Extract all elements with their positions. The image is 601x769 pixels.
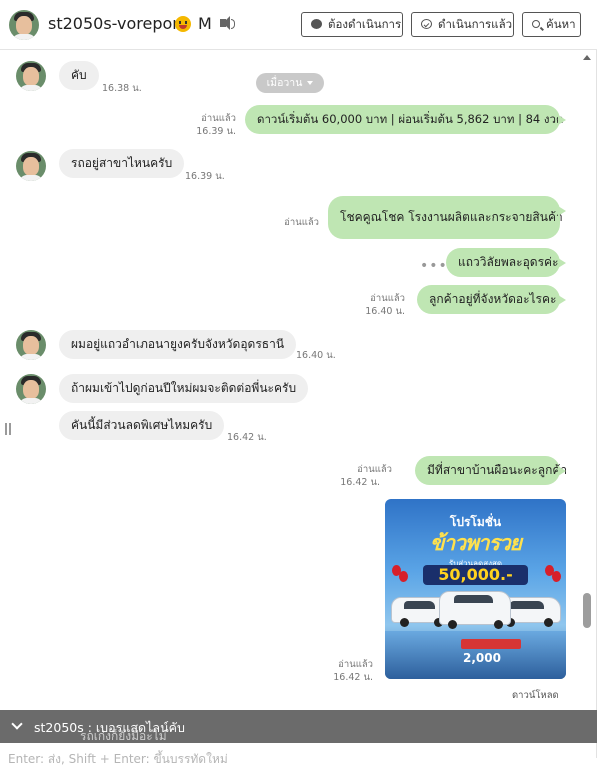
message-time: 16.40 น. bbox=[296, 350, 336, 361]
download-link[interactable]: ดาวน์โหลด bbox=[512, 688, 559, 703]
message-time: 16.42 น. bbox=[333, 672, 373, 683]
message-text: รถอยู่สาขาไหนครับ bbox=[71, 156, 173, 170]
read-receipt: อ่านแล้ว bbox=[284, 217, 319, 228]
message-bubble[interactable]: คับ bbox=[59, 61, 99, 90]
message-bubble[interactable]: ถ้าผมเข้าไปดูก่อนปีใหม่ผมจะติดต่อพี่นะคร… bbox=[59, 374, 309, 403]
message-text: ผมอยู่แถวอำเภอนายูงครับจังหวัดอุดรธานี bbox=[71, 337, 285, 351]
new-message-preview: st2050s : เบอรแสดไลน์คับ bbox=[34, 720, 185, 735]
promo-image[interactable]: โปรโมชั่น ข้าวพารวย รับส่วนลดสูงสุด 50,0… bbox=[385, 499, 566, 679]
pending-button-label: ต้องดำเนินการ bbox=[328, 17, 402, 31]
message-bubble[interactable]: คันนี้มีส่วนลดพิเศษไหมครับ bbox=[59, 411, 225, 440]
balloon-icon bbox=[399, 571, 408, 582]
scroll-up-icon[interactable] bbox=[583, 55, 591, 60]
search-icon bbox=[532, 20, 540, 28]
message-text: โชคคูณโชค โรงงานผลิตและกระจายสินค้า bbox=[340, 210, 563, 224]
message-time: 16.40 น. bbox=[365, 306, 405, 317]
message-text: แถววิลัยพละอุดรค่ะ bbox=[458, 255, 559, 269]
promo-title-main: ข้าวพารวย bbox=[430, 531, 522, 555]
message-input-hint[interactable]: Enter: ส่ง, Shift + Enter: ขึ้นบรรทัดใหม… bbox=[8, 750, 228, 769]
smiley-emoji-icon bbox=[175, 16, 191, 32]
sender-avatar[interactable] bbox=[16, 151, 46, 181]
message-bubble[interactable]: มีที่สาขาบ้านผือนะคะลูกค้า bbox=[415, 456, 567, 485]
message-text: คันนี้มีส่วนลดพิเศษไหมครับ bbox=[71, 418, 213, 432]
message-bubble[interactable]: ผมอยู่แถวอำเภอนายูงครับจังหวัดอุดรธานี bbox=[59, 330, 297, 359]
date-divider-label: เมื่อวาน bbox=[266, 77, 303, 89]
promo-price-small: 2,000 bbox=[463, 651, 501, 665]
date-divider[interactable]: เมื่อวาน bbox=[256, 73, 324, 93]
chat-check-icon bbox=[421, 19, 432, 29]
promo-badge bbox=[461, 639, 521, 649]
gender-mark: M bbox=[198, 14, 212, 33]
message-bubble[interactable]: รถอยู่สาขาไหนครับ bbox=[59, 149, 185, 178]
message-text: มีที่สาขาบ้านผือนะคะลูกค้า bbox=[427, 463, 568, 477]
message-text: ถ้าผมเข้าไปดูก่อนปีใหม่ผมจะติดต่อพี่นะคร… bbox=[71, 381, 297, 395]
search-button[interactable]: ค้นหา bbox=[522, 12, 581, 37]
chat-bubble-icon bbox=[311, 19, 322, 29]
promo-price: 50,000.- bbox=[423, 565, 528, 585]
message-bubble[interactable]: โชคคูณโชค โรงงานผลิตและกระจายสินค้า bbox=[328, 196, 566, 239]
message-text: ดาวน์เริ่มต้น 60,000 บาท | ผ่อนเริ่มต้น … bbox=[257, 112, 564, 126]
message-time: 16.39 น. bbox=[185, 171, 225, 182]
scroll-thumb[interactable] bbox=[583, 593, 591, 628]
chat-scrollbar[interactable] bbox=[580, 50, 594, 744]
sender-avatar[interactable] bbox=[16, 330, 46, 360]
message-bubble[interactable]: ลูกค้าอยู่ที่จังหวัดอะไรคะ bbox=[417, 285, 566, 314]
message-time: 16.38 น. bbox=[102, 83, 142, 94]
pending-button[interactable]: ต้องดำเนินการ bbox=[301, 12, 403, 37]
contact-avatar[interactable] bbox=[9, 10, 39, 40]
message-text: คับ bbox=[71, 68, 87, 82]
message-time: 16.42 น. bbox=[340, 477, 380, 488]
chevron-down-icon bbox=[11, 718, 23, 730]
new-message-bar[interactable]: รถเก๋งก็ยังมีอะไม่ st2050s : เบอรแสดไลน์… bbox=[0, 710, 597, 743]
chat-header: st2050s-vorepon M ต้องดำเนินการ ดำเนินกา… bbox=[0, 0, 597, 50]
done-button-label: ดำเนินการแล้ว bbox=[438, 17, 513, 31]
more-options-icon[interactable]: ••• bbox=[420, 258, 448, 274]
drag-handle[interactable] bbox=[5, 423, 11, 435]
done-button[interactable]: ดำเนินการแล้ว bbox=[411, 12, 514, 37]
balloon-icon bbox=[552, 571, 561, 582]
speaker-icon[interactable] bbox=[220, 16, 235, 30]
message-bubble[interactable]: แถววิลัยพละอุดรค่ะ bbox=[446, 248, 566, 277]
message-bubble[interactable]: ดาวน์เริ่มต้น 60,000 บาท | ผ่อนเริ่มต้น … bbox=[245, 105, 566, 134]
car-image bbox=[439, 591, 511, 629]
sender-avatar[interactable] bbox=[16, 374, 46, 404]
search-button-label: ค้นหา bbox=[546, 17, 576, 31]
message-text: ลูกค้าอยู่ที่จังหวัดอะไรคะ bbox=[429, 292, 557, 306]
message-time: 16.39 น. bbox=[196, 126, 236, 137]
contact-name[interactable]: st2050s-vorepon bbox=[48, 14, 182, 33]
chat-window: st2050s-vorepon M ต้องดำเนินการ ดำเนินกา… bbox=[0, 0, 597, 766]
message-time: 16.42 น. bbox=[227, 432, 267, 443]
sender-avatar[interactable] bbox=[16, 61, 46, 91]
chevron-down-icon bbox=[307, 81, 314, 85]
